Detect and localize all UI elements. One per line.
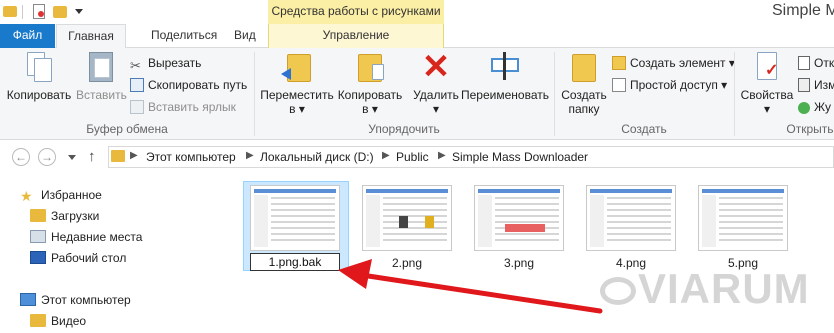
annotation-arrow	[338, 259, 603, 314]
